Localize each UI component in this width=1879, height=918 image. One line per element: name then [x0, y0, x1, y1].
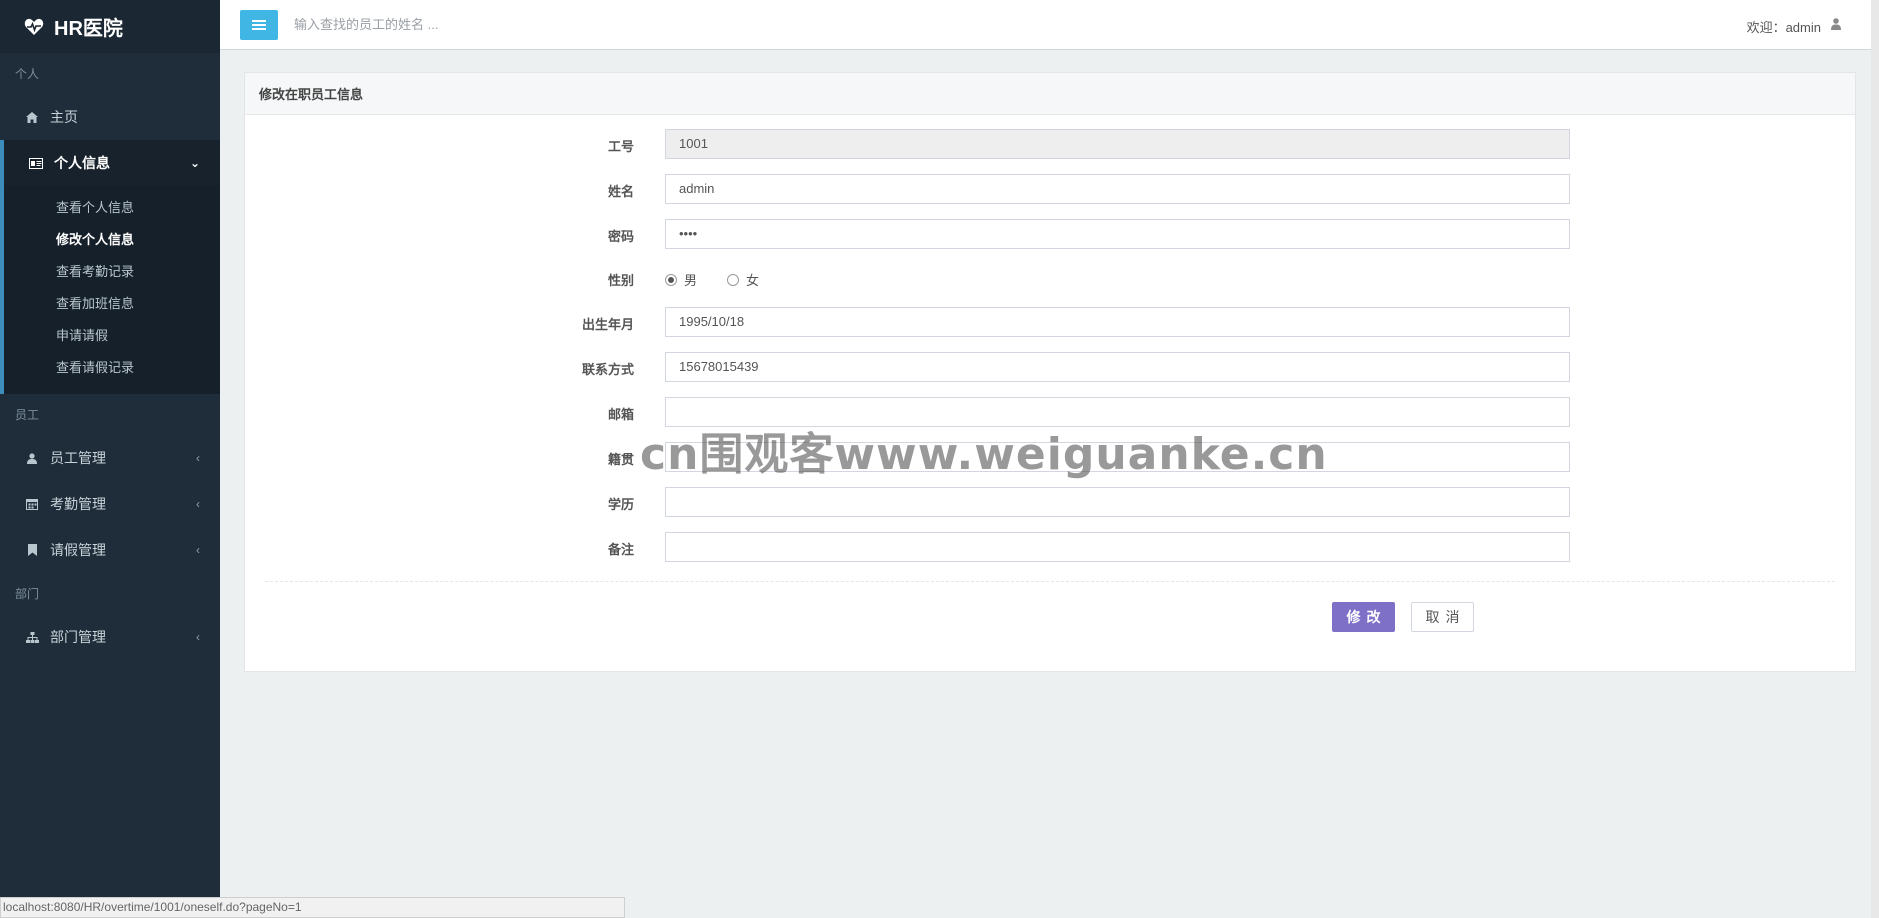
bookmark-icon — [24, 542, 40, 558]
sidebar-item-employee-mgmt[interactable]: 员工管理 ‹ — [0, 435, 220, 481]
welcome-text: 欢迎：admin — [1746, 20, 1821, 35]
personal-submenu: 查看个人信息 修改个人信息 查看考勤记录 查看加班信息 申请请假 查看请假记录 — [0, 186, 220, 394]
gender-label: 性别 — [607, 273, 634, 288]
gender-female-label: 女 — [746, 273, 760, 288]
sidebar-item-label: 考勤管理 — [50, 496, 106, 512]
notes-field[interactable] — [665, 532, 1570, 562]
save-button[interactable]: 修改 — [1332, 602, 1395, 632]
user-menu-icon[interactable] — [1831, 17, 1841, 33]
sidebar-item-personal-info[interactable]: 个人信息 ⌄ — [0, 140, 220, 186]
section-dept: 部门 — [15, 587, 40, 601]
form-row-gender: 性别 男 女 — [245, 263, 1855, 293]
panel-title: 修改在职员工信息 — [245, 73, 1855, 115]
page-scrollbar[interactable] — [1871, 0, 1879, 918]
chevron-left-icon: ‹ — [196, 630, 200, 644]
sidebar-toggle-button[interactable] — [240, 9, 278, 40]
name-field[interactable]: admin — [665, 174, 1570, 204]
heartbeat-icon — [24, 18, 44, 35]
chevron-left-icon: ‹ — [196, 451, 200, 465]
birth-label: 出生年月 — [581, 317, 634, 332]
submenu-view-attendance[interactable]: 查看考勤记录 — [4, 256, 220, 288]
form-row-notes: 备注 — [245, 532, 1855, 562]
form-row-name: 姓名 admin — [245, 174, 1855, 204]
sidebar: HR医院 个人 主页 个人信息 ⌄ 查看个人信息 修改个人信息 查看考勤记录 查… — [0, 0, 220, 918]
form-row-education: 学历 — [245, 487, 1855, 517]
hamburger-icon — [252, 23, 266, 26]
user-icon — [24, 450, 40, 466]
submenu-apply-leave[interactable]: 申请请假 — [4, 320, 220, 352]
submenu-view-personal-info[interactable]: 查看个人信息 — [4, 192, 220, 224]
sidebar-item-label: 员工管理 — [50, 450, 106, 466]
section-personal: 个人 — [15, 67, 40, 81]
search-input[interactable] — [294, 17, 694, 32]
sidebar-item-leave-mgmt[interactable]: 请假管理 ‹ — [0, 527, 220, 573]
birth-date-field[interactable]: 1995/10/18 — [665, 307, 1570, 337]
email-label: 邮箱 — [607, 407, 634, 422]
password-field[interactable]: •••• — [665, 219, 1570, 249]
sidebar-item-dept-mgmt[interactable]: 部门管理 ‹ — [0, 614, 220, 660]
form-row-birth: 出生年月 1995/10/18 — [245, 307, 1855, 337]
sidebar-item-label: 个人信息 — [54, 155, 110, 171]
sidebar-item-label: 主页 — [50, 109, 78, 125]
form-row-phone: 联系方式 15678015439 — [245, 352, 1855, 382]
brand[interactable]: HR医院 — [0, 0, 220, 53]
gender-female-radio[interactable] — [727, 273, 740, 286]
id-label: 工号 — [607, 139, 634, 154]
calendar-icon — [24, 496, 40, 512]
top-navbar: 欢迎：admin — [220, 0, 1879, 50]
education-label: 学历 — [607, 497, 634, 512]
submenu-edit-personal-info[interactable]: 修改个人信息 — [4, 224, 220, 256]
gender-female-option[interactable]: 女 — [727, 270, 759, 289]
submenu-view-leave-records[interactable]: 查看请假记录 — [4, 352, 220, 384]
form-row-id: 工号 1001 — [245, 129, 1855, 159]
password-label: 密码 — [607, 229, 634, 244]
education-field[interactable] — [665, 487, 1570, 517]
section-employee: 员工 — [15, 408, 40, 422]
edit-employee-panel: 修改在职员工信息 工号 1001 姓名 admin 密码 •••• 性别 男 女… — [244, 72, 1856, 672]
chevron-left-icon: ‹ — [196, 543, 200, 557]
sidebar-item-label: 部门管理 — [50, 629, 106, 645]
origin-label: 籍贯 — [607, 452, 634, 467]
sidebar-item-home[interactable]: 主页 — [0, 94, 220, 140]
form-divider — [265, 581, 1835, 582]
chevron-down-icon: ⌄ — [189, 156, 200, 170]
name-label: 姓名 — [607, 184, 634, 199]
employee-id-field: 1001 — [665, 129, 1570, 159]
sidebar-item-attendance-mgmt[interactable]: 考勤管理 ‹ — [0, 481, 220, 527]
gender-radio-group: 男 女 — [665, 270, 789, 289]
watermark: cn围观客www.weiguanke.cn — [640, 429, 1328, 480]
notes-label: 备注 — [607, 542, 634, 557]
gender-male-label: 男 — [684, 273, 698, 288]
phone-field[interactable]: 15678015439 — [665, 352, 1570, 382]
chevron-left-icon: ‹ — [196, 497, 200, 511]
sitemap-icon — [24, 629, 40, 645]
home-icon — [24, 109, 40, 125]
browser-status-bar: localhost:8080/HR/overtime/1001/oneself.… — [0, 897, 625, 918]
brand-title: HR医院 — [54, 18, 123, 40]
submenu-view-overtime[interactable]: 查看加班信息 — [4, 288, 220, 320]
form-row-password: 密码 •••• — [245, 219, 1855, 249]
cancel-button[interactable]: 取消 — [1411, 602, 1474, 632]
id-card-icon — [28, 155, 44, 171]
sidebar-item-label: 请假管理 — [50, 542, 106, 558]
gender-male-radio[interactable] — [665, 273, 677, 286]
phone-label: 联系方式 — [581, 362, 634, 377]
gender-male-option[interactable]: 男 — [665, 270, 697, 289]
